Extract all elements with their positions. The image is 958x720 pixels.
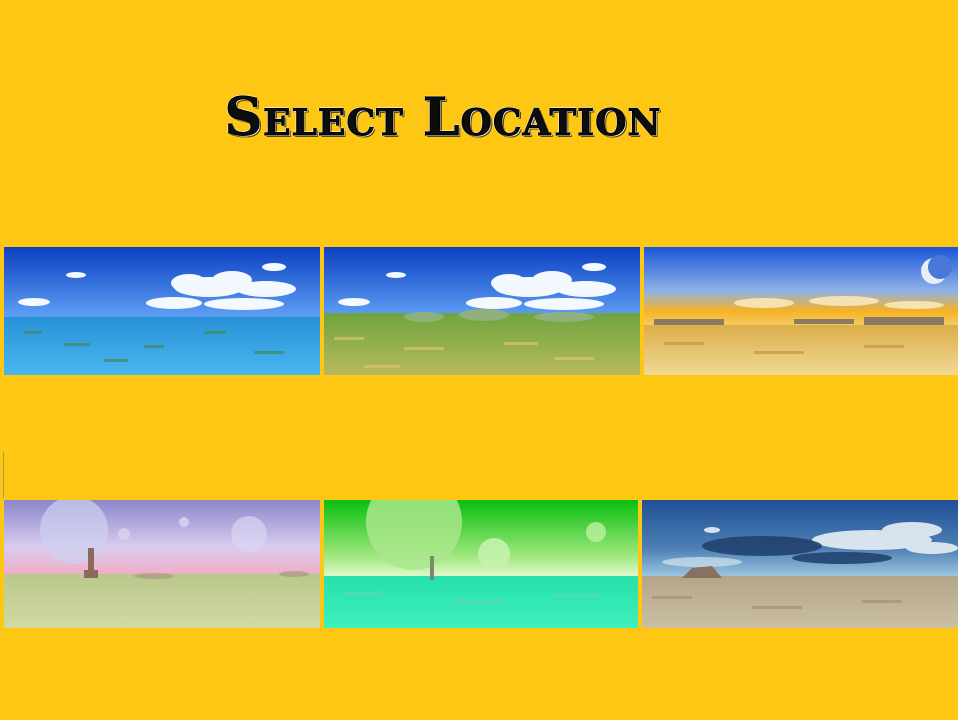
location-tile-desert[interactable] [644, 247, 958, 375]
wasteland-thumbnail [642, 500, 958, 628]
title-banner: Select Location [0, 87, 958, 148]
green-planet-thumbnail [324, 500, 638, 628]
location-tile-green-planet[interactable] [324, 500, 638, 628]
ocean-thumbnail [4, 247, 320, 375]
location-tile-wasteland[interactable] [642, 500, 958, 628]
desert-thumbnail [644, 247, 958, 375]
edge-artifact [3, 452, 4, 498]
location-tile-ocean[interactable] [4, 247, 320, 375]
page-title: Select Location [224, 87, 662, 148]
grassland-thumbnail [324, 247, 640, 375]
location-tile-alien-plains[interactable] [4, 500, 320, 628]
alien-plains-thumbnail [4, 500, 320, 628]
location-select-screen: Select Location [0, 0, 958, 720]
location-tile-grassland[interactable] [324, 247, 640, 375]
